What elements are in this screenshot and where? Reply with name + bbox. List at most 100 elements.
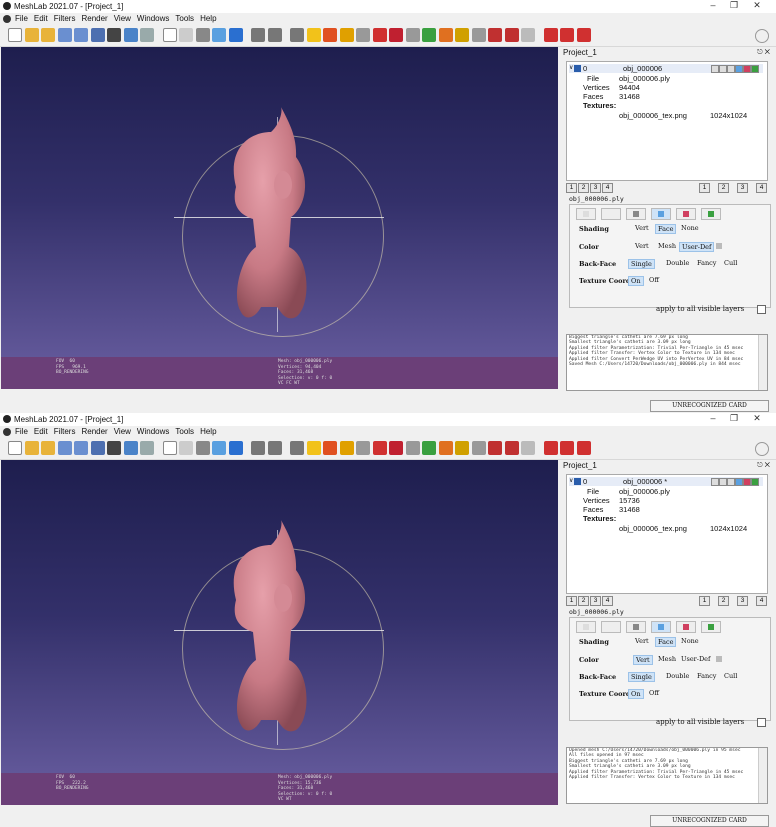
log-window[interactable]: Opened mesh C:/Users/14720/Downloads/obj… (566, 747, 768, 804)
texcoord-option[interactable]: On (628, 276, 644, 286)
layer-tool-icon[interactable] (735, 65, 743, 73)
extra-tab-icon[interactable] (701, 621, 721, 633)
panel-float-close-icon[interactable]: ⎋ ✕ (757, 47, 770, 58)
points-icon[interactable] (179, 441, 193, 455)
menu-windows[interactable]: Windows (134, 426, 172, 438)
layer-tool-icon[interactable] (735, 478, 743, 486)
layer-row[interactable]: ∨ 0 obj_000006 (569, 64, 763, 73)
reload-all-icon[interactable] (74, 28, 88, 42)
layer-tool-icon[interactable] (711, 65, 719, 73)
wireframe-icon[interactable] (195, 28, 210, 42)
delete-verts-icon[interactable] (576, 441, 591, 455)
log-scrollbar[interactable] (758, 335, 767, 390)
menu-tools[interactable]: Tools (172, 13, 197, 25)
texture-tab-icon[interactable] (676, 208, 696, 220)
tab-number-right[interactable]: 4 (756, 183, 767, 193)
save-icon[interactable] (90, 441, 105, 455)
app-menu-icon[interactable] (3, 15, 11, 23)
pick-icon[interactable] (372, 441, 387, 455)
snapshot-icon[interactable] (107, 441, 121, 455)
shading-option[interactable]: Face (655, 224, 677, 234)
menu-file[interactable]: File (12, 426, 31, 438)
minimize-button[interactable]: – (706, 413, 720, 423)
close-button[interactable]: ✕ (750, 0, 764, 11)
expand-chevron-icon[interactable]: ∨ (569, 477, 573, 484)
reload-all-icon[interactable] (74, 441, 88, 455)
open-project-icon[interactable] (24, 28, 39, 42)
backface-option[interactable]: Double (664, 672, 691, 680)
color-option[interactable]: Vert (633, 242, 651, 250)
select-region-icon[interactable] (471, 441, 486, 455)
color-option[interactable]: Vert (633, 655, 653, 665)
select-faces-icon[interactable] (389, 441, 403, 455)
bbox-tab-icon[interactable] (576, 621, 596, 633)
log-scrollbar[interactable] (758, 748, 767, 803)
maximize-button[interactable]: ❐ (727, 0, 741, 11)
menu-help[interactable]: Help (197, 426, 219, 438)
user-color-swatch[interactable] (716, 656, 722, 662)
layer-row[interactable]: ∨ 0 obj_000006 * (569, 477, 763, 486)
star-icon[interactable] (438, 28, 453, 42)
backface-option[interactable]: Single (628, 259, 655, 269)
shading-option[interactable]: None (679, 637, 701, 645)
paint-icon[interactable] (339, 441, 354, 455)
backface-option[interactable]: Single (628, 672, 655, 682)
maximize-button[interactable]: ❐ (727, 413, 741, 424)
select-vertices-icon[interactable] (405, 441, 420, 455)
lighting-icon[interactable] (251, 441, 265, 455)
menu-edit[interactable]: Edit (31, 426, 51, 438)
layers-icon[interactable] (123, 441, 138, 455)
visibility-eye-icon[interactable] (574, 478, 581, 485)
layer-list[interactable]: ∨ 0 obj_000006 File obj_000006.ply Verti… (566, 61, 768, 181)
apply-all-checkbox[interactable] (757, 718, 766, 727)
select-clear-icon[interactable] (521, 441, 535, 455)
select-paint-icon[interactable] (504, 441, 519, 455)
tab-number-right[interactable]: 2 (718, 596, 729, 606)
tab-number-left[interactable]: 3 (590, 596, 601, 606)
axes-icon[interactable] (267, 441, 282, 455)
delete-sel-icon[interactable] (543, 441, 558, 455)
shading-option[interactable]: Vert (633, 637, 651, 645)
flat-icon[interactable] (212, 28, 226, 42)
tab-number-left[interactable]: 1 (566, 596, 577, 606)
annotate-icon[interactable] (306, 441, 321, 455)
smooth-icon[interactable] (228, 441, 243, 455)
reload-icon[interactable] (57, 28, 72, 42)
info-icon[interactable] (455, 441, 469, 455)
new-project-icon[interactable] (8, 441, 22, 455)
flat-icon[interactable] (212, 441, 226, 455)
menu-file[interactable]: File (12, 13, 31, 25)
menu-render[interactable]: Render (78, 13, 110, 25)
expand-chevron-icon[interactable]: ∨ (569, 64, 573, 71)
bbox-tab-icon[interactable] (576, 208, 596, 220)
connected-icon[interactable] (422, 28, 436, 42)
shading-option[interactable]: Vert (633, 224, 651, 232)
open-mesh-icon[interactable] (41, 441, 55, 455)
log-window[interactable]: Biggest triangle's catheti are 7.69 px l… (566, 334, 768, 391)
layer-tool-icon[interactable] (743, 65, 751, 73)
extra-tab-icon[interactable] (701, 208, 721, 220)
measure-icon[interactable] (323, 441, 337, 455)
texture-tab-icon[interactable] (676, 621, 696, 633)
color-option[interactable]: User-Def (679, 242, 715, 252)
select-clear-icon[interactable] (521, 28, 535, 42)
star-icon[interactable] (438, 441, 453, 455)
delete-verts-icon[interactable] (576, 28, 591, 42)
color-icon[interactable] (140, 441, 154, 455)
minimize-button[interactable]: – (706, 0, 720, 10)
menu-edit[interactable]: Edit (31, 13, 51, 25)
faces-tab-icon[interactable] (651, 621, 671, 633)
layer-tool-icon[interactable] (727, 478, 735, 486)
points-tab-icon[interactable] (601, 621, 621, 633)
user-color-swatch[interactable] (716, 243, 722, 249)
layer-tool-icon[interactable] (719, 65, 727, 73)
search-icon[interactable] (755, 442, 769, 456)
save-icon[interactable] (90, 28, 105, 42)
app-menu-icon[interactable] (3, 428, 11, 436)
pick-icon[interactable] (372, 28, 387, 42)
delete-sel-icon[interactable] (543, 28, 558, 42)
layer-list[interactable]: ∨ 0 obj_000006 * File obj_000006.ply Ver… (566, 474, 768, 594)
select-faces-icon[interactable] (389, 28, 403, 42)
texcoord-option[interactable]: On (628, 689, 644, 699)
search-icon[interactable] (755, 29, 769, 43)
